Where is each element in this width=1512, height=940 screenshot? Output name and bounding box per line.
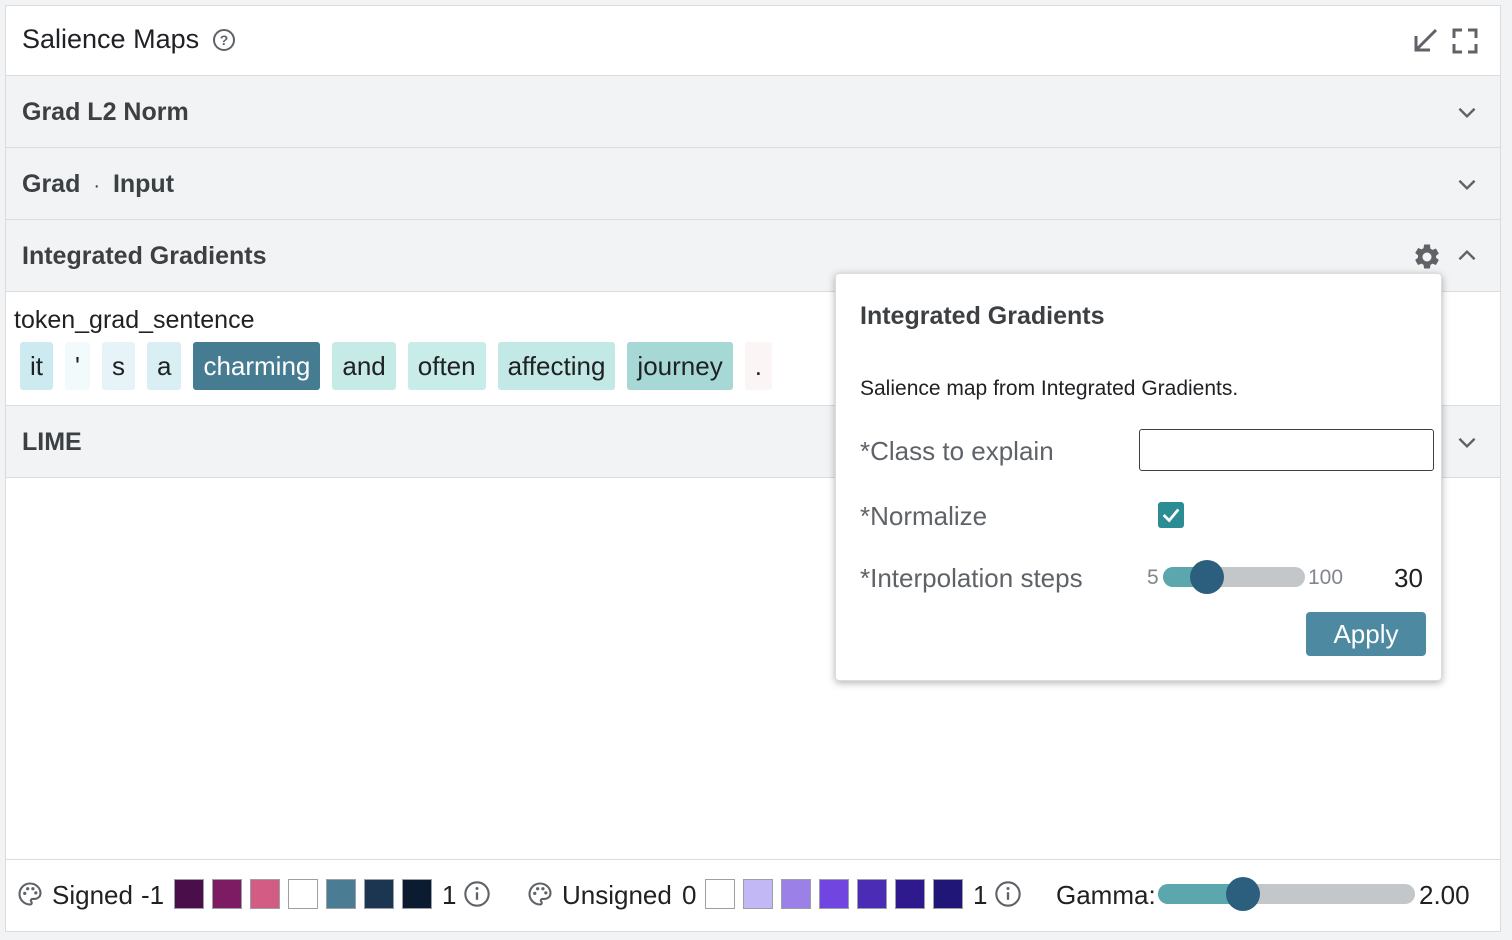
integrated-gradients-settings-popup: Integrated Gradients Salience map from I…: [835, 273, 1442, 681]
normalize-checkbox[interactable]: [1158, 502, 1184, 528]
interpolation-steps-label: *Interpolation steps: [860, 563, 1083, 593]
normalize-label: *Normalize: [860, 501, 988, 531]
unsigned-color-swatch: [857, 879, 887, 909]
unsigned-label: Unsigned: [562, 880, 672, 910]
steps-slider-thumb[interactable]: [1190, 560, 1224, 594]
info-icon[interactable]: [463, 880, 491, 908]
dot-separator: ·: [93, 175, 100, 197]
palette-icon[interactable]: [16, 880, 44, 908]
colormap-footer: Signed -1 1 Unsigned 0 1 Gamma: 2.00: [6, 859, 1500, 931]
info-icon[interactable]: [994, 880, 1022, 908]
token-chip[interactable]: often: [407, 342, 486, 390]
steps-min: 5: [1147, 566, 1159, 589]
token-chip[interactable]: a: [146, 342, 182, 390]
chevron-up-icon[interactable]: [1454, 243, 1480, 269]
module-title: Salience Maps: [22, 24, 200, 54]
popup-title: Integrated Gradients: [860, 302, 1105, 330]
section-grad-input[interactable]: Grad · Input: [6, 148, 1500, 220]
unsigned-color-swatch: [781, 879, 811, 909]
section-grad-l2-norm[interactable]: Grad L2 Norm: [6, 76, 1500, 148]
fullscreen-icon[interactable]: [1450, 26, 1480, 56]
signed-color-swatch: [364, 879, 394, 909]
gamma-value: 2.00: [1419, 880, 1470, 910]
interpolation-steps-slider[interactable]: [1163, 567, 1305, 587]
gamma-slider[interactable]: [1158, 884, 1415, 904]
signed-max: 1: [442, 880, 457, 910]
gamma-label: Gamma:: [1056, 880, 1156, 910]
token-chip[interactable]: charming: [193, 342, 321, 390]
signed-color-swatch: [212, 879, 242, 909]
token-list: it ' s a charming and often affecting journey.: [20, 342, 772, 390]
unsigned-max: 1: [973, 880, 988, 910]
steps-max: 100: [1308, 566, 1344, 589]
chevron-down-icon[interactable]: [1454, 429, 1480, 455]
token-chip[interactable]: .: [744, 342, 772, 390]
unsigned-color-swatch: [895, 879, 925, 909]
steps-value: 30: [1394, 563, 1423, 593]
chevron-down-icon[interactable]: [1454, 99, 1480, 125]
section-title: Grad L2 Norm: [22, 98, 189, 126]
unsigned-color-swatch: [933, 879, 963, 909]
token-chip[interactable]: affecting: [497, 342, 616, 390]
gamma-slider-thumb[interactable]: [1226, 877, 1260, 911]
unsigned-color-swatch: [743, 879, 773, 909]
token-chip[interactable]: journey: [627, 342, 733, 390]
gear-icon[interactable]: [1412, 242, 1442, 272]
signed-min: -1: [141, 880, 165, 910]
signed-color-swatch: [402, 879, 432, 909]
class-to-explain-input[interactable]: [1139, 429, 1434, 471]
unsigned-color-swatch: [819, 879, 849, 909]
signed-color-swatch: [288, 879, 318, 909]
help-circle-icon[interactable]: ?: [212, 28, 236, 52]
unsigned-min: 0: [682, 880, 697, 910]
unsigned-color-swatch: [705, 879, 735, 909]
palette-icon[interactable]: [526, 880, 554, 908]
section-title: LIME: [22, 428, 82, 456]
checkmark-icon: [1162, 508, 1180, 523]
section-title: Grad · Input: [22, 170, 174, 199]
section-title-input: Input: [112, 170, 175, 198]
signed-label: Signed: [52, 880, 133, 910]
field-name: token_grad_sentence: [14, 306, 255, 334]
module-header: Salience Maps ?: [6, 6, 1500, 76]
arrow-down-left-icon[interactable]: [1410, 26, 1440, 56]
class-to-explain-label: *Class to explain: [860, 436, 1054, 466]
svg-text:?: ?: [220, 32, 229, 48]
signed-color-swatch: [326, 879, 356, 909]
token-chip[interactable]: s: [101, 342, 135, 390]
token-chip[interactable]: and: [332, 342, 396, 390]
popup-description: Salience map from Integrated Gradients.: [860, 377, 1239, 400]
token-chip[interactable]: it: [20, 342, 53, 390]
section-title-grad: Grad: [22, 170, 81, 198]
signed-color-swatch: [250, 879, 280, 909]
section-title: Integrated Gradients: [22, 242, 267, 270]
chevron-down-icon[interactable]: [1454, 171, 1480, 197]
signed-color-swatch: [174, 879, 204, 909]
token-chip[interactable]: ': [65, 342, 90, 390]
apply-button[interactable]: Apply: [1306, 612, 1426, 656]
